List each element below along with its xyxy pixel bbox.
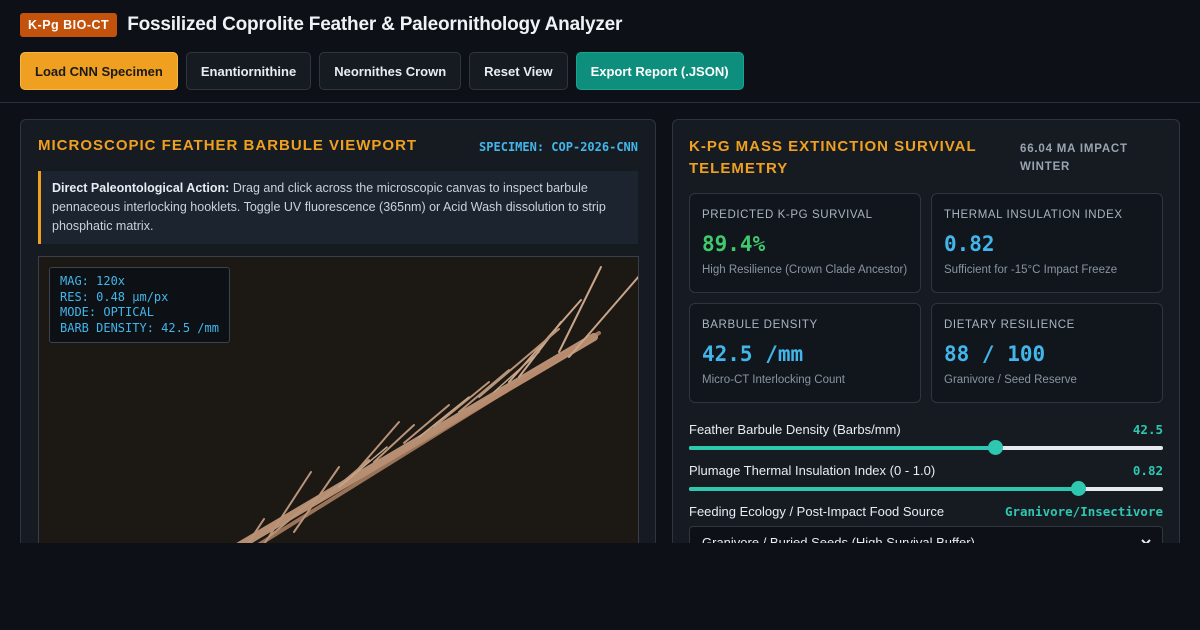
card-value: 0.82: [944, 232, 995, 256]
microscope-canvas[interactable]: MAG: 120x RES: 0.48 µm/px MODE: OPTICAL …: [38, 256, 639, 556]
card-label: DIETARY RESILIENCE: [944, 319, 1075, 331]
top-bar: K-Pg BIO-CT Fossilized Coprolite Feather…: [0, 0, 1200, 103]
toolbar: Load CNN Specimen Enantiornithine Neorni…: [20, 52, 744, 90]
card-subtext: Micro-CT Interlocking Count: [702, 374, 845, 386]
telemetry-heading: K-PG MASS EXTINCTION SURVIVAL TELEMETRY: [689, 138, 977, 177]
barbule-density-slider[interactable]: [689, 440, 1163, 455]
slider-fill: [689, 446, 995, 450]
impact-label: 66.04 MA IMPACT WINTER: [1020, 143, 1128, 173]
slider-value: 42.5: [1132, 422, 1163, 437]
card-value: 88 / 100: [944, 342, 1046, 366]
thermal-index-slider[interactable]: [689, 481, 1163, 496]
slider-value: 0.82: [1132, 463, 1163, 478]
card-value: 42.5 /mm: [702, 342, 804, 366]
feeding-ecology-group: Feeding Ecology / Post-Impact Food Sourc…: [689, 504, 1163, 519]
resolution-readout: RES: 0.48 µm/px: [60, 289, 169, 304]
instruction-note-title: Direct Paleontological Action:: [52, 181, 230, 195]
viewport-heading: MICROSCOPIC FEATHER BARBULE VIEWPORT: [38, 137, 418, 154]
survival-telemetry-panel: K-PG MASS EXTINCTION SURVIVAL TELEMETRY …: [672, 119, 1180, 560]
dietary-card: DIETARY RESILIENCE 88 / 100 Granivore / …: [931, 303, 1163, 403]
card-subtext: Sufficient for -15°C Impact Freeze: [944, 264, 1118, 276]
reset-view-button[interactable]: Reset View: [469, 52, 568, 90]
load-specimen-button[interactable]: Load CNN Specimen: [20, 52, 178, 90]
page-footer-area: [0, 543, 1200, 630]
neornithes-crown-button[interactable]: Neornithes Crown: [319, 52, 462, 90]
slider-fill: [689, 487, 1078, 491]
slider-label: Plumage Thermal Insulation Index (0 - 1.…: [689, 463, 936, 478]
instruction-note: Direct Paleontological Action: Drag and …: [38, 171, 638, 244]
slider-label: Feather Barbule Density (Barbs/mm): [689, 422, 901, 437]
microscope-readout: MAG: 120x RES: 0.48 µm/px MODE: OPTICAL …: [49, 267, 230, 344]
enantiornithine-button[interactable]: Enantiornithine: [185, 52, 312, 90]
card-value: 89.4%: [702, 232, 766, 256]
barbule-viewport-panel: MICROSCOPIC FEATHER BARBULE VIEWPORT SPE…: [20, 119, 656, 559]
app-title: Fossilized Coprolite Feather & Paleornit…: [127, 14, 623, 35]
title-row: K-Pg BIO-CT Fossilized Coprolite Feather…: [20, 13, 622, 37]
thermal-index-slider-group: Plumage Thermal Insulation Index (0 - 1.…: [689, 463, 1163, 496]
card-label: PREDICTED K-PG SURVIVAL: [702, 209, 873, 221]
survival-card: PREDICTED K-PG SURVIVAL 89.4% High Resil…: [689, 193, 921, 293]
card-subtext: High Resilience (Crown Clade Ancestor): [702, 264, 908, 276]
barbule-density-slider-group: Feather Barbule Density (Barbs/mm) 42.5: [689, 422, 1163, 455]
card-label: THERMAL INSULATION INDEX: [944, 209, 1123, 221]
app-badge: K-Pg BIO-CT: [20, 13, 118, 37]
magnification-readout: MAG: 120x: [60, 274, 126, 288]
barbule-density-card: BARBULE DENSITY 42.5 /mm Micro-CT Interl…: [689, 303, 921, 403]
slider-thumb[interactable]: [987, 440, 1003, 455]
thermal-card: THERMAL INSULATION INDEX 0.82 Sufficient…: [931, 193, 1163, 293]
specimen-id: SPECIMEN: COP-2026-CNN: [479, 140, 638, 154]
slider-thumb[interactable]: [1070, 481, 1086, 496]
card-label: BARBULE DENSITY: [702, 319, 818, 331]
export-report-button[interactable]: Export Report (.JSON): [575, 52, 744, 90]
feeding-ecology-value: Granivore/Insectivore: [1004, 504, 1163, 519]
card-subtext: Granivore / Seed Reserve: [944, 374, 1077, 386]
mode-readout: MODE: OPTICAL: [60, 305, 154, 320]
barb-density-readout: BARB DENSITY: 42.5 /mm: [60, 320, 219, 335]
